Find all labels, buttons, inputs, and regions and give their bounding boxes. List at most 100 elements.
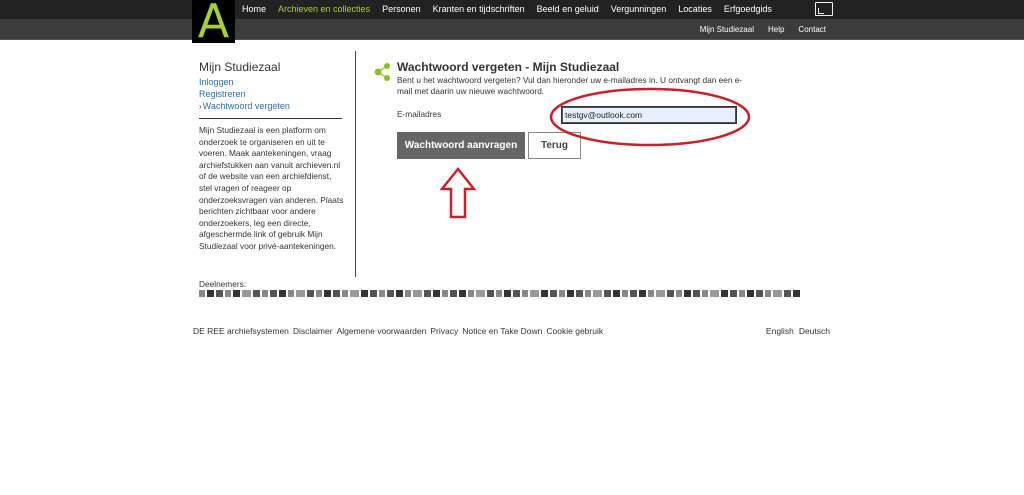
participant-logo[interactable] [550, 290, 557, 297]
participant-logo[interactable] [433, 290, 440, 297]
participant-logo[interactable] [739, 290, 745, 297]
participant-logo[interactable] [296, 290, 305, 297]
participant-logo[interactable] [361, 290, 368, 297]
participant-logo[interactable] [639, 290, 646, 297]
footer-link-algemene-voorwaarden[interactable]: Algemene voorwaarden [337, 326, 427, 336]
participant-logo[interactable] [262, 290, 268, 297]
nav-beeld-en-geluid[interactable]: Beeld en geluid [537, 4, 599, 14]
nav-vergunningen[interactable]: Vergunningen [611, 4, 667, 14]
participant-logo[interactable] [504, 290, 511, 297]
participant-logo[interactable] [225, 290, 231, 297]
participant-logo[interactable] [307, 290, 314, 297]
footer-link-cookie-gebruik[interactable]: Cookie gebruik [546, 326, 603, 336]
participant-logo[interactable] [476, 290, 485, 297]
participant-logo[interactable] [613, 290, 620, 297]
language-switcher: English Deutsch [761, 326, 830, 336]
participant-logo[interactable] [424, 290, 431, 297]
participant-logo[interactable] [541, 290, 548, 297]
participant-logo[interactable] [253, 290, 260, 297]
participant-logo[interactable] [656, 290, 665, 297]
participant-logo[interactable] [370, 290, 377, 297]
participant-logo[interactable] [350, 290, 359, 297]
language-deutsch[interactable]: Deutsch [799, 326, 830, 336]
sidebar-link-registreren[interactable]: Registreren [199, 88, 344, 100]
participant-logo[interactable] [747, 290, 754, 297]
participant-logo[interactable] [342, 290, 348, 297]
nav-personen[interactable]: Personen [382, 4, 421, 14]
participant-logo[interactable] [585, 290, 591, 297]
footer-link-notice-en-take-down[interactable]: Notice en Take Down [462, 326, 542, 336]
participant-logo[interactable] [396, 290, 403, 297]
participant-logo[interactable] [324, 290, 331, 297]
participant-logo[interactable] [567, 290, 574, 297]
participant-logo[interactable] [413, 290, 422, 297]
participant-logo[interactable] [721, 290, 728, 297]
participant-logo[interactable] [333, 290, 340, 297]
participant-logo[interactable] [793, 290, 800, 297]
participant-logo[interactable] [693, 290, 700, 297]
site-logo[interactable]: A [192, 0, 235, 44]
participant-logo[interactable] [487, 290, 494, 297]
participant-logo[interactable] [316, 290, 322, 297]
participant-logo[interactable] [730, 290, 737, 297]
participant-logo[interactable] [199, 290, 205, 297]
participant-logo[interactable] [459, 290, 466, 297]
studiezaal-dots-icon [374, 63, 390, 81]
participant-logo[interactable] [593, 290, 602, 297]
screen-icon[interactable] [815, 2, 833, 16]
participants-logo-strip [199, 290, 819, 299]
participant-logo[interactable] [468, 290, 474, 297]
footer-link-de-ree[interactable]: DE REE archiefsystemen [193, 326, 289, 336]
participant-logo[interactable] [442, 290, 448, 297]
participant-logo[interactable] [207, 290, 214, 297]
participant-logo[interactable] [710, 290, 719, 297]
participant-logo[interactable] [684, 290, 691, 297]
nav-kranten-en-tijdschriften[interactable]: Kranten en tijdschriften [433, 4, 525, 14]
participant-logo[interactable] [216, 290, 223, 297]
footer-link-privacy[interactable]: Privacy [430, 326, 458, 336]
participant-logo[interactable] [676, 290, 682, 297]
participant-logo[interactable] [604, 290, 611, 297]
nav-locaties[interactable]: Locaties [678, 4, 712, 14]
footer-link-disclaimer[interactable]: Disclaimer [293, 326, 333, 336]
header-sub-bar [0, 19, 1024, 40]
participant-logo[interactable] [242, 290, 251, 297]
participant-logo[interactable] [270, 290, 277, 297]
wachtwoord-aanvragen-button[interactable]: Wachtwoord aanvragen [397, 132, 525, 159]
participant-logo[interactable] [379, 290, 385, 297]
participant-logo[interactable] [559, 290, 565, 297]
nav-archieven-en-collecties[interactable]: Archieven en collecties [278, 4, 370, 14]
footer-links: DE REE archiefsystemen Disclaimer Algeme… [193, 326, 607, 336]
participant-logo[interactable] [288, 290, 294, 297]
participant-logo[interactable] [630, 290, 637, 297]
participant-logo[interactable] [784, 290, 791, 297]
participant-logo[interactable] [387, 290, 394, 297]
participant-logo[interactable] [530, 290, 539, 297]
participants-label: Deelnemers: [199, 279, 247, 289]
participant-logo[interactable] [513, 290, 520, 297]
participant-logo[interactable] [667, 290, 674, 297]
sidebar-link-inloggen[interactable]: Inloggen [199, 76, 344, 88]
participant-logo[interactable] [702, 290, 708, 297]
participant-logo[interactable] [522, 290, 528, 297]
subnav-mijn-studiezaal[interactable]: Mijn Studiezaal [700, 25, 754, 34]
nav-erfgoedgids[interactable]: Erfgoedgids [724, 4, 772, 14]
participant-logo[interactable] [756, 290, 763, 297]
participant-logo[interactable] [450, 290, 457, 297]
participant-logo[interactable] [279, 290, 286, 297]
participant-logo[interactable] [648, 290, 654, 297]
language-english[interactable]: English [766, 326, 794, 336]
sidebar-link-wachtwoord-vergeten[interactable]: ›Wachtwoord vergeten [199, 100, 344, 113]
participant-logo[interactable] [233, 290, 240, 297]
subnav-help[interactable]: Help [768, 25, 784, 34]
participant-logo[interactable] [622, 290, 628, 297]
participant-logo[interactable] [405, 290, 411, 297]
sidebar-title: Mijn Studiezaal [199, 60, 281, 74]
participant-logo[interactable] [765, 290, 771, 297]
participant-logo[interactable] [773, 290, 782, 297]
nav-home[interactable]: Home [242, 4, 266, 14]
participant-logo[interactable] [496, 290, 502, 297]
subnav-contact[interactable]: Contact [798, 25, 826, 34]
sub-nav: Mijn Studiezaal Help Contact [686, 25, 826, 34]
participant-logo[interactable] [576, 290, 583, 297]
